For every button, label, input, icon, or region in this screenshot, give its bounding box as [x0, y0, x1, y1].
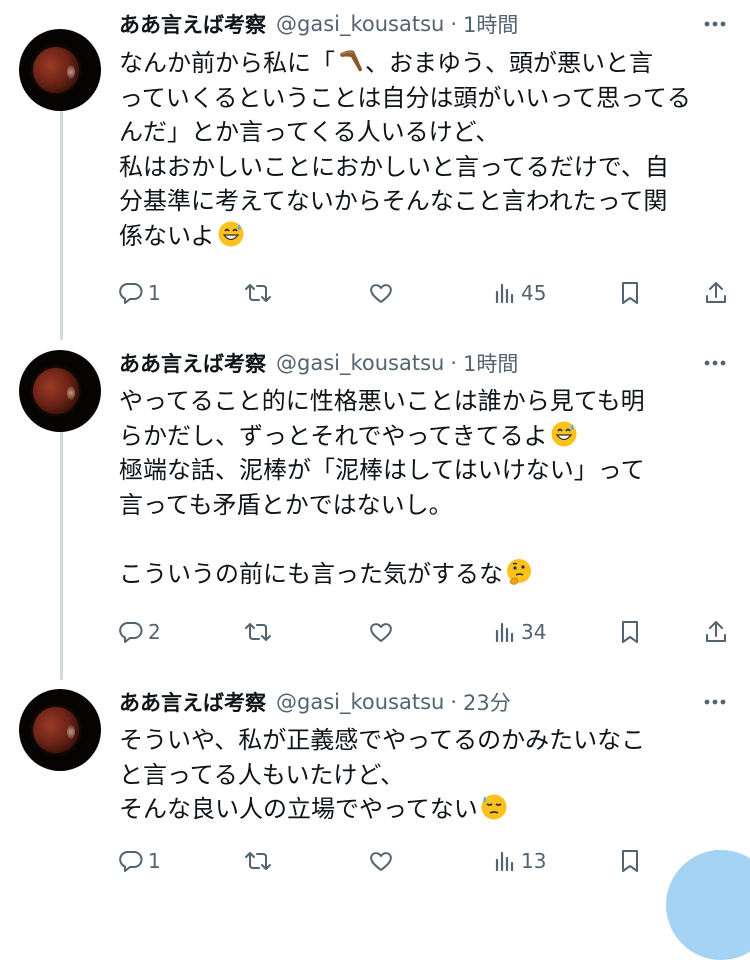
reply-count: 1	[148, 281, 161, 305]
bar-chart-icon	[495, 851, 514, 872]
reply-count: 1	[148, 849, 161, 873]
reply-button[interactable]: 1	[118, 841, 161, 881]
reply-icon	[119, 621, 143, 643]
retweet-button[interactable]	[244, 273, 272, 313]
retweet-button[interactable]	[244, 612, 272, 652]
tweet-actions: 2 34	[0, 612, 750, 652]
text-line: そういや、私が正義感でやってるのかみたいなこ	[119, 726, 646, 754]
avatar[interactable]	[19, 29, 101, 111]
avatar[interactable]	[19, 350, 101, 432]
text-line: なんか前から私に「 、おまゆう、頭が悪いと言	[119, 49, 653, 77]
reply-count: 2	[148, 620, 161, 644]
bookmark-icon	[622, 282, 638, 304]
retweet-icon	[245, 623, 271, 641]
text-line: 分基準に考えてないからそんなこと言われたって関	[119, 187, 668, 215]
share-button[interactable]	[704, 273, 728, 313]
text-line: 係ないよ	[119, 219, 731, 254]
tweet-text: なんか前から私に「 、おまゆう、頭が悪いと言 っていくるということは自分は頭がいい…	[119, 46, 731, 253]
more-horizontal-icon[interactable]	[702, 350, 728, 376]
tweet-header: ああ言えば考察 @gasi_kousatsu · 23分	[119, 683, 511, 721]
grinning-sweat-emoji-icon	[218, 221, 244, 246]
tweet-actions: 1 13	[0, 841, 750, 881]
views-button[interactable]: 34	[493, 612, 546, 652]
display-name[interactable]: ああ言えば考察	[119, 348, 266, 378]
retweet-button[interactable]	[244, 841, 272, 881]
separator-dot: ·	[450, 690, 458, 714]
text-line: こういうの前にも言った気がするな	[119, 557, 731, 592]
text-line: っていくるということは自分は頭がいいって思ってる	[119, 83, 691, 112]
reply-button[interactable]: 2	[118, 612, 161, 652]
grinning-sweat-emoji-icon	[551, 421, 577, 446]
heart-icon	[370, 623, 392, 642]
timestamp[interactable]: 1時間	[463, 9, 518, 39]
bookmark-button[interactable]	[619, 273, 641, 313]
text-line	[119, 522, 731, 557]
bar-chart-icon	[495, 283, 514, 304]
timestamp[interactable]: 23分	[463, 687, 511, 717]
retweet-icon	[245, 852, 271, 870]
tweet-text: そういや、私が正義感でやってるのかみたいなこ と言ってる人もいたけど、 そんな良…	[119, 723, 731, 827]
reply-icon	[119, 850, 143, 872]
user-handle[interactable]: @gasi_kousatsu	[276, 12, 444, 36]
share-button[interactable]	[704, 612, 728, 652]
text-line: らかだし、ずっとそれでやってきてるよ	[119, 419, 731, 454]
user-handle[interactable]: @gasi_kousatsu	[276, 690, 444, 714]
tweet-actions: 1 45	[0, 273, 750, 313]
text-line: と言ってる人もいたけど、	[119, 760, 405, 789]
display-name[interactable]: ああ言えば考察	[119, 9, 266, 39]
like-button[interactable]	[368, 612, 394, 652]
text-line: 言っても矛盾とかではないし。	[119, 490, 453, 519]
bar-chart-icon	[495, 622, 514, 643]
view-count: 34	[521, 620, 547, 644]
reply-button[interactable]: 1	[118, 273, 161, 313]
views-button[interactable]: 13	[493, 841, 546, 881]
separator-dot: ·	[450, 12, 458, 36]
tweet-header: ああ言えば考察 @gasi_kousatsu · 1時間	[119, 344, 518, 382]
share-icon	[706, 621, 726, 642]
bookmark-icon	[622, 850, 638, 872]
bookmark-icon	[622, 621, 638, 643]
reply-icon	[119, 282, 143, 304]
heart-icon	[370, 284, 392, 303]
like-button[interactable]	[368, 273, 394, 313]
views-button[interactable]: 45	[493, 273, 546, 313]
thinking-face-emoji-icon	[507, 558, 531, 585]
avatar[interactable]	[19, 689, 101, 771]
retweet-icon	[245, 284, 271, 302]
timestamp[interactable]: 1時間	[463, 348, 518, 378]
text-line: んだ」とか言ってくる人いるけど、	[119, 118, 500, 146]
share-icon	[706, 282, 726, 303]
boomerang-emoji-icon	[340, 50, 362, 72]
tweet-text: やってること的に性格悪いことは誰から見ても明 らかだし、ずっとそれでやってきてる…	[119, 384, 731, 591]
like-button[interactable]	[368, 841, 394, 881]
more-horizontal-icon[interactable]	[702, 689, 728, 715]
display-name[interactable]: ああ言えば考察	[119, 687, 266, 717]
text-line: 私はおかしいことにおかしいと言ってるだけで、自	[119, 152, 669, 181]
view-count: 13	[521, 849, 547, 873]
more-horizontal-icon[interactable]	[702, 11, 728, 37]
downcast-sweat-emoji-icon	[481, 794, 507, 820]
user-handle[interactable]: @gasi_kousatsu	[276, 351, 444, 375]
heart-icon	[370, 852, 392, 871]
separator-dot: ·	[450, 351, 458, 375]
bookmark-button[interactable]	[619, 612, 641, 652]
view-count: 45	[521, 281, 547, 305]
tweet-header: ああ言えば考察 @gasi_kousatsu · 1時間	[119, 5, 518, 43]
text-line: 極端な話、泥棒が「泥棒はしてはいけない」って	[119, 456, 645, 484]
text-line: そんな良い人の立場でやってない	[119, 792, 731, 827]
bookmark-button[interactable]	[619, 841, 641, 881]
text-line: やってること的に性格悪いことは誰から見ても明	[119, 387, 645, 415]
